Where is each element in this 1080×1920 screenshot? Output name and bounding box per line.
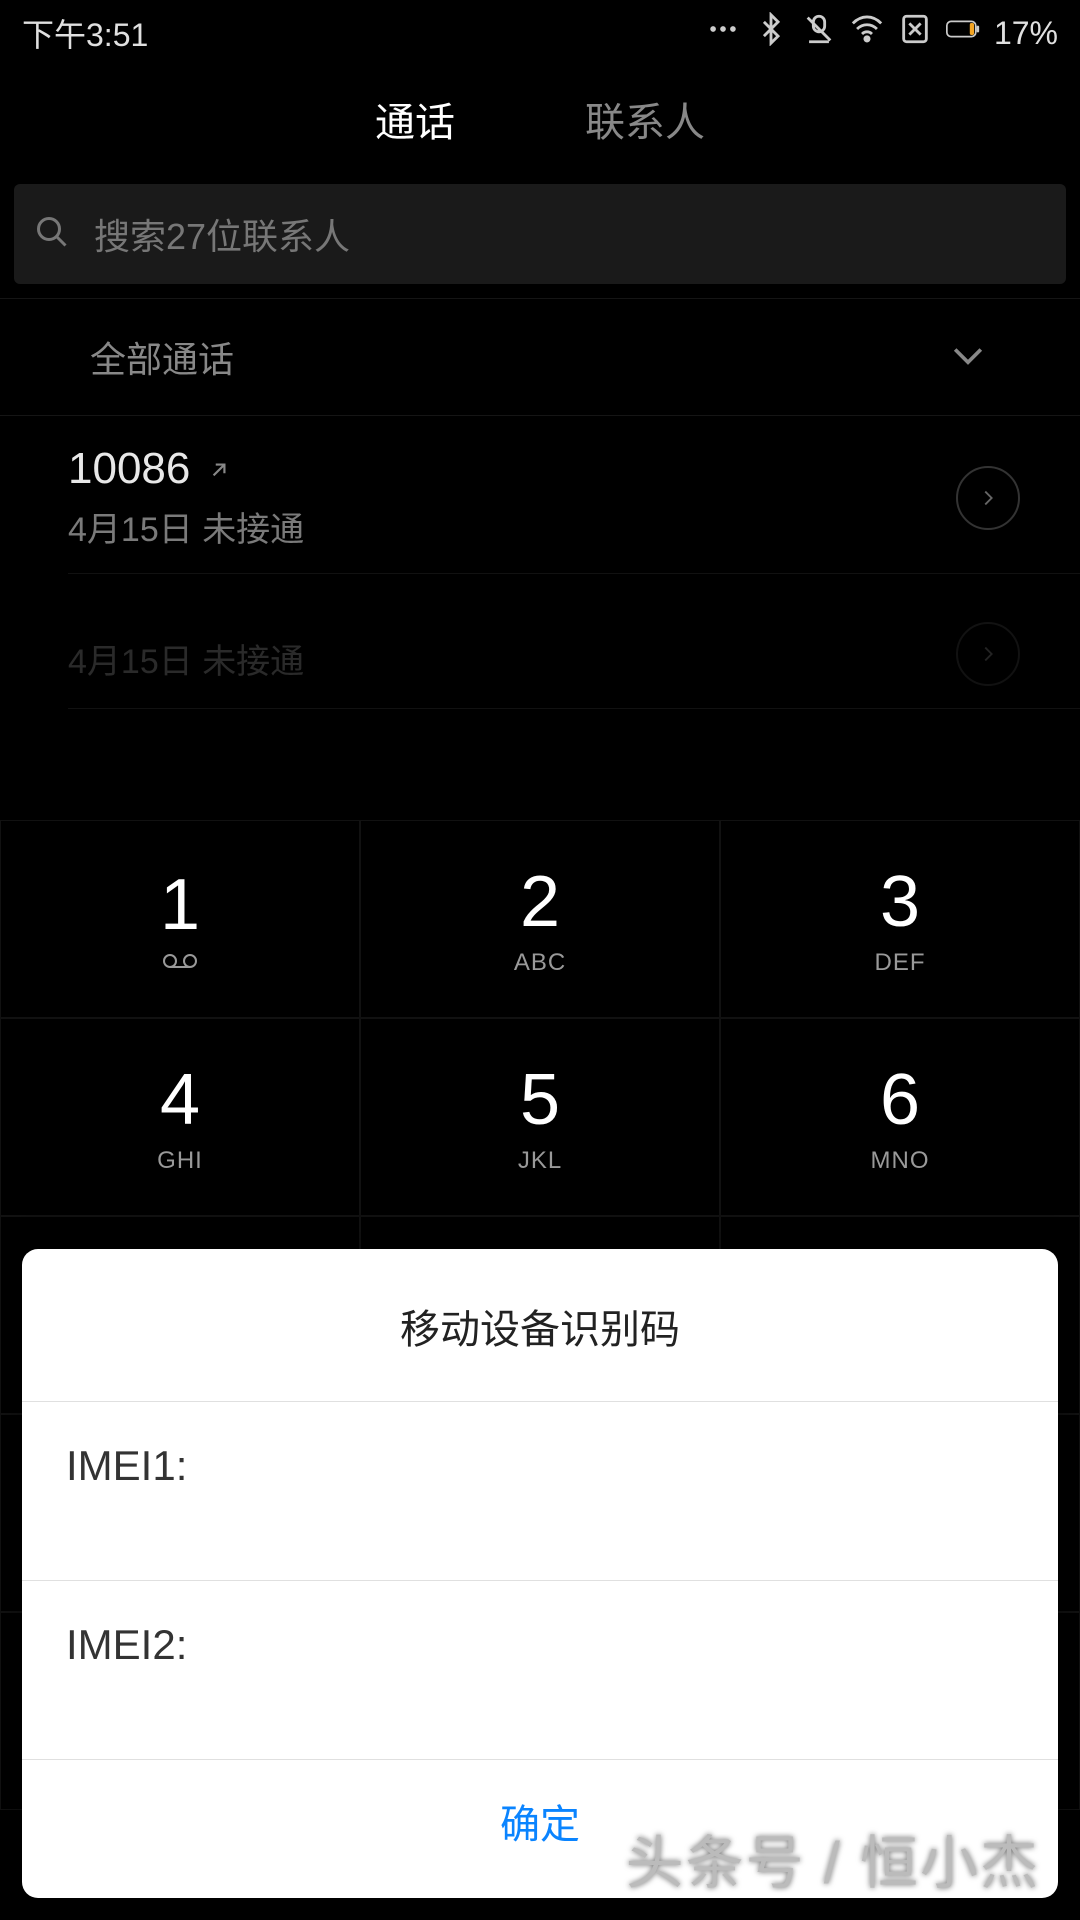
chevron-down-icon: [946, 333, 990, 382]
imei-dialog: 移动设备识别码 IMEI1: IMEI2: 确定: [22, 1249, 1058, 1898]
dialpad-key-3[interactable]: 3 DEF: [720, 820, 1080, 1018]
imei2-row: IMEI2:: [22, 1581, 1058, 1759]
imei1-row: IMEI1:: [22, 1402, 1058, 1580]
battery-icon: [946, 12, 980, 54]
bluetooth-icon: [754, 12, 788, 54]
call-date: 4月15日 未接通: [68, 502, 304, 551]
filter-label: 全部通话: [90, 331, 234, 383]
dialpad-key-5[interactable]: 5 JKL: [360, 1018, 720, 1216]
search-icon: [34, 214, 70, 255]
more-icon: [706, 12, 740, 54]
dialpad-key-1[interactable]: 1: [0, 820, 360, 1018]
call-detail-button[interactable]: [956, 466, 1020, 530]
call-detail-button[interactable]: [956, 622, 1020, 686]
call-log-item[interactable]: 10086 4月15日 未接通: [0, 416, 1080, 573]
divider: [68, 708, 1080, 709]
call-number: 10086: [68, 444, 190, 494]
dialpad-key-6[interactable]: 6 MNO: [720, 1018, 1080, 1216]
dialog-title: 移动设备识别码: [22, 1249, 1058, 1401]
wifi-icon: [850, 12, 884, 54]
dialpad-key-2[interactable]: 2 ABC: [360, 820, 720, 1018]
tab-calls[interactable]: 通话: [375, 90, 455, 148]
search-input[interactable]: 搜索27位联系人: [14, 184, 1066, 284]
mute-icon: [802, 12, 836, 54]
status-icons: 17%: [706, 12, 1058, 54]
search-placeholder: 搜索27位联系人: [94, 208, 350, 260]
status-time: 下午3:51: [22, 10, 148, 56]
call-log-item[interactable]: 4月15日 未接通: [0, 574, 1080, 708]
call-date: 4月15日 未接通: [68, 634, 304, 683]
sim-icon: [898, 12, 932, 54]
confirm-button[interactable]: 确定: [22, 1760, 1058, 1898]
status-bar: 下午3:51 17%: [0, 0, 1080, 64]
voicemail-icon: [162, 952, 198, 975]
battery-percent: 17%: [994, 15, 1058, 52]
filter-dropdown[interactable]: 全部通话: [0, 298, 1080, 416]
tab-contacts[interactable]: 联系人: [585, 90, 705, 148]
dialpad-key-4[interactable]: 4 GHI: [0, 1018, 360, 1216]
tabs: 通话 联系人: [0, 64, 1080, 184]
outgoing-icon: [206, 444, 232, 494]
